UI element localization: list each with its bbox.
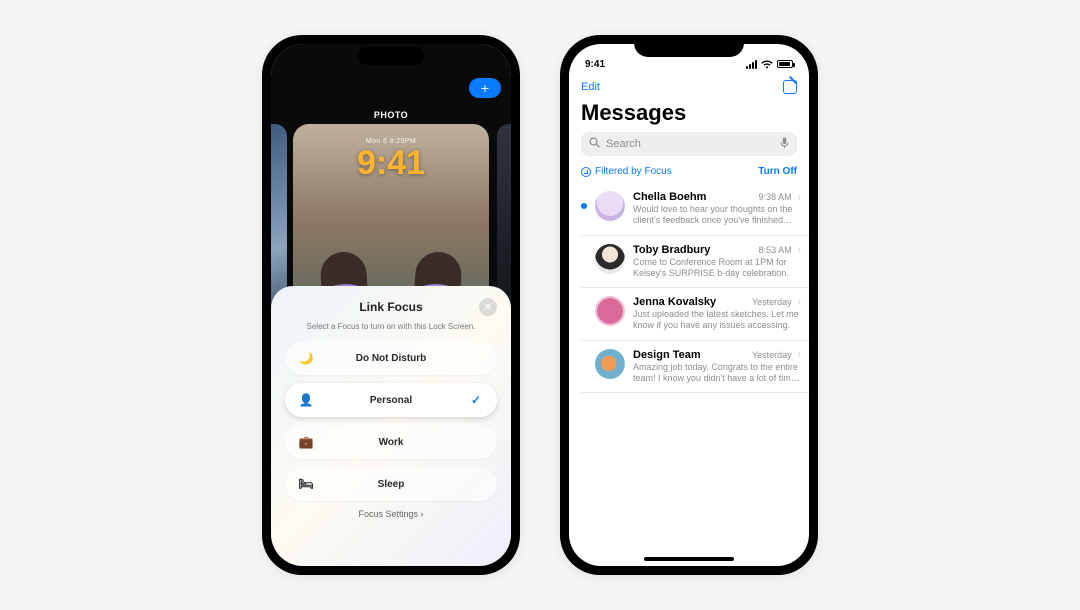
sheet-title: Link Focus [359, 300, 422, 314]
focus-option-label: Work [379, 437, 404, 448]
focus-option-label: Do Not Disturb [356, 353, 427, 364]
conversation-row[interactable]: Jenna Kovalsky Yesterday › Just uploaded… [581, 288, 809, 341]
chevron-right-icon: › [798, 297, 801, 308]
briefcase-icon: 💼 [299, 435, 313, 449]
turn-off-filter-button[interactable]: Turn Off [758, 166, 797, 177]
phone-left: + PHOTO Mon 6 8:29PM 9:41 Link Focus [262, 35, 520, 575]
search-icon [589, 137, 600, 151]
page-title: Messages [581, 100, 797, 126]
wallpaper-category-label: PHOTO [271, 110, 511, 120]
conversation-time: 8:53 AM [759, 245, 792, 255]
chevron-right-icon: › [798, 192, 801, 203]
conversation-row[interactable]: Chella Boehm 9:38 AM › Would love to hea… [581, 183, 809, 236]
person-icon: 👤 [299, 393, 313, 407]
avatar [595, 349, 625, 379]
close-icon: ✕ [484, 302, 492, 313]
conversations-list[interactable]: Chella Boehm 9:38 AM › Would love to hea… [569, 183, 809, 393]
conversation-time: Yesterday [752, 297, 792, 307]
focus-settings-link[interactable]: Focus Settings › [285, 509, 497, 519]
conversation-preview: Come to Conference Room at 1PM for Kelse… [633, 257, 801, 280]
focus-option-dnd[interactable]: 🌙 Do Not Disturb [285, 341, 497, 375]
focus-option-personal[interactable]: 👤 Personal ✓ [285, 383, 497, 417]
conversation-time: 9:38 AM [759, 192, 792, 202]
focus-filter-banner: Filtered by Focus Turn Off [581, 156, 797, 183]
mic-icon[interactable] [780, 137, 789, 152]
focus-option-label: Personal [370, 395, 412, 406]
screen-right: 9:41 Edit Messages Search [569, 44, 809, 566]
focus-option-label: Sleep [378, 479, 405, 490]
add-wallpaper-button[interactable]: + [469, 78, 501, 98]
chevron-right-icon: › [798, 244, 801, 255]
bed-icon: 🛏 [299, 477, 313, 491]
close-button[interactable]: ✕ [479, 298, 497, 316]
conversation-name: Design Team [633, 349, 701, 361]
avatar [595, 244, 625, 274]
conversation-name: Jenna Kovalsky [633, 296, 716, 308]
focus-option-work[interactable]: 💼 Work [285, 425, 497, 459]
conversation-time: Yesterday [752, 350, 792, 360]
conversation-preview: Just uploaded the latest sketches. Let m… [633, 309, 801, 332]
dynamic-island [358, 47, 424, 65]
lockscreen-time: 9:41 [293, 144, 489, 183]
avatar [595, 191, 625, 221]
focus-option-sleep[interactable]: 🛏 Sleep [285, 467, 497, 501]
search-placeholder: Search [606, 138, 641, 150]
conversation-name: Toby Bradbury [633, 244, 710, 256]
unread-dot [581, 203, 587, 209]
wifi-icon [761, 60, 773, 69]
screen-left: + PHOTO Mon 6 8:29PM 9:41 Link Focus [271, 44, 511, 566]
search-input[interactable]: Search [581, 132, 797, 156]
compose-button[interactable] [783, 80, 797, 94]
avatar [595, 296, 625, 326]
sheet-subtitle: Select a Focus to turn on with this Lock… [285, 322, 497, 331]
focus-filter-label: Filtered by Focus [595, 166, 672, 177]
link-focus-sheet: Link Focus ✕ Select a Focus to turn on w… [271, 286, 511, 566]
notch [634, 35, 744, 57]
home-indicator[interactable] [644, 557, 734, 561]
conversation-row[interactable]: Toby Bradbury 8:53 AM › Come to Conferen… [581, 236, 809, 289]
phone-right: 9:41 Edit Messages Search [560, 35, 818, 575]
battery-icon [777, 60, 793, 68]
conversation-preview: Amazing job today. Congrats to the entir… [633, 362, 801, 385]
chevron-right-icon: › [798, 349, 801, 360]
conversation-row[interactable]: Design Team Yesterday › Amazing job toda… [581, 341, 809, 394]
status-time: 9:41 [585, 59, 605, 70]
moon-icon: 🌙 [299, 351, 313, 365]
check-icon: ✓ [471, 393, 481, 407]
edit-button[interactable]: Edit [581, 81, 600, 93]
focus-filter-icon [581, 167, 591, 177]
cellular-signal-icon [746, 60, 757, 69]
conversation-name: Chella Boehm [633, 191, 706, 203]
plus-icon: + [481, 81, 489, 95]
conversation-preview: Would love to hear your thoughts on the … [633, 204, 801, 227]
